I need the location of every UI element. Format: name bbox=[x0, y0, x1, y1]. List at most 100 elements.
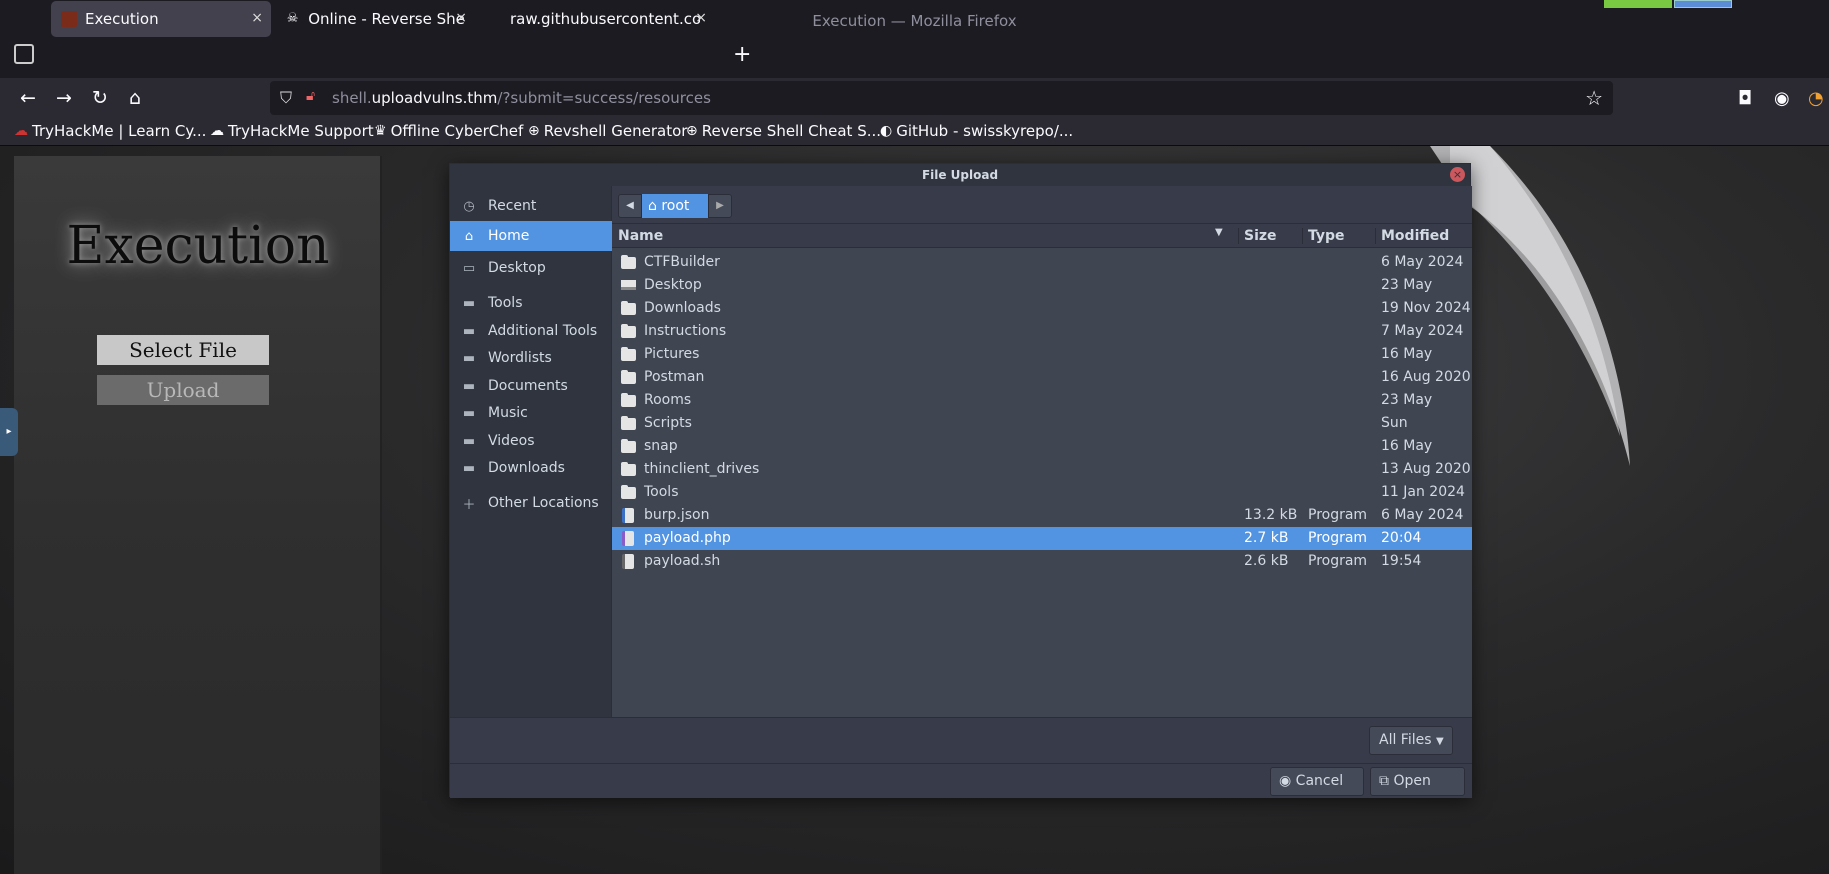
file-row[interactable]: payload.sh 2.6 kB Program 19:54 bbox=[612, 550, 1472, 573]
tab-raw-github[interactable]: raw.githubusercontent.com/ × bbox=[500, 1, 715, 37]
file-modified: 11 Jan 2024 bbox=[1381, 484, 1465, 500]
place-recent[interactable]: ◷ Recent bbox=[450, 191, 612, 221]
cancel-icon: ◉ bbox=[1279, 773, 1292, 789]
file-size: 13.2 kB bbox=[1244, 507, 1298, 523]
open-button[interactable]: ⧉ Open bbox=[1370, 767, 1465, 796]
file-row[interactable]: thinclient_drives 13 Aug 2020 bbox=[612, 458, 1472, 481]
bookmark-revshell-generator[interactable]: ⊕ Revshell Generator bbox=[528, 122, 687, 140]
sort-descending-icon: ▼ bbox=[1215, 227, 1223, 238]
file-name: Desktop bbox=[644, 277, 702, 293]
column-modified[interactable]: Modified bbox=[1381, 228, 1449, 244]
upload-button[interactable]: Upload bbox=[97, 375, 269, 405]
place-other-locations[interactable]: ＋ Other Locations bbox=[450, 488, 612, 518]
file-modified: 16 May bbox=[1381, 346, 1433, 362]
tab-bar bbox=[0, 36, 1829, 74]
chevron-down-icon: ▼ bbox=[1435, 736, 1444, 747]
place-desktop[interactable]: ▭ Desktop bbox=[450, 253, 612, 283]
folder-icon: ▬ bbox=[462, 350, 476, 366]
file-row[interactable]: Instructions 7 May 2024 bbox=[612, 320, 1472, 343]
sidebar-expand-handle[interactable]: ▸ bbox=[0, 408, 18, 456]
column-type[interactable]: Type bbox=[1308, 228, 1345, 244]
file-filter-dropdown[interactable]: All Files ▼ bbox=[1369, 726, 1453, 755]
extension-icon[interactable]: ◔ bbox=[1808, 88, 1824, 109]
file-name: Downloads bbox=[644, 300, 721, 316]
place-wordlists[interactable]: ▬ Wordlists bbox=[450, 343, 612, 373]
dialog-close-icon[interactable]: × bbox=[1450, 167, 1465, 182]
column-name[interactable]: Name bbox=[618, 228, 663, 244]
file-modified: 23 May bbox=[1381, 392, 1433, 408]
tab-list-icon[interactable] bbox=[14, 44, 34, 64]
place-documents[interactable]: ▬ Documents bbox=[450, 371, 612, 401]
file-row[interactable]: payload.php 2.7 kB Program 20:04 bbox=[612, 527, 1472, 550]
url-bar[interactable]: ⛉ 🔓︎ shell.uploadvulns.thm/?submit=succe… bbox=[270, 81, 1613, 115]
bookmark-cyberchef[interactable]: ♛ Offline CyberChef bbox=[374, 122, 523, 140]
forward-arrow-icon[interactable]: → bbox=[52, 86, 76, 110]
path-scroll-left-icon[interactable]: ◀ bbox=[618, 194, 642, 218]
file-row[interactable]: snap 16 May bbox=[612, 435, 1472, 458]
bookmark-label: GitHub - swisskyrepo/... bbox=[896, 122, 1074, 140]
clock-icon: ◷ bbox=[463, 198, 475, 214]
upload-panel: Execution bbox=[14, 156, 382, 874]
bookmark-tryhackme[interactable]: ☁ TryHackMe | Learn Cy... bbox=[14, 122, 206, 140]
pocket-icon[interactable]: ◘ bbox=[1738, 88, 1752, 109]
place-tools[interactable]: ▬ Tools bbox=[450, 288, 612, 318]
file-name: Postman bbox=[644, 369, 705, 385]
file-row[interactable]: CTFBuilder 6 May 2024 bbox=[612, 251, 1472, 274]
place-videos[interactable]: ▬ Videos bbox=[450, 426, 612, 456]
reload-icon[interactable]: ↻ bbox=[88, 86, 112, 110]
path-scroll-right-icon[interactable]: ▶ bbox=[708, 194, 732, 218]
close-tab-icon[interactable]: × bbox=[455, 10, 467, 26]
insecure-lock-icon[interactable]: 🔓︎ bbox=[306, 88, 315, 104]
file-name: Tools bbox=[644, 484, 679, 500]
place-label: Home bbox=[488, 228, 530, 244]
tab-execution[interactable]: Execution × bbox=[51, 1, 271, 37]
path-segment-root[interactable]: ⌂ root bbox=[642, 194, 708, 218]
panel-indicator-green bbox=[1604, 0, 1672, 8]
file-row[interactable]: Tools 11 Jan 2024 bbox=[612, 481, 1472, 504]
url-path: /?submit=success/resources bbox=[497, 89, 711, 107]
account-icon[interactable]: ◉ bbox=[1774, 88, 1790, 109]
bookmark-label: Revshell Generator bbox=[543, 122, 688, 140]
place-downloads[interactable]: ▬ Downloads bbox=[450, 453, 612, 483]
shield-icon[interactable]: ⛉ bbox=[280, 88, 292, 108]
new-tab-button[interactable]: + bbox=[733, 42, 751, 67]
filter-label: All Files bbox=[1379, 732, 1432, 748]
bookmark-reverse-shell-cheat[interactable]: ⊕ Reverse Shell Cheat S... bbox=[686, 122, 881, 140]
place-label: Music bbox=[488, 405, 528, 421]
column-divider bbox=[1375, 228, 1376, 244]
folder-icon bbox=[621, 416, 636, 430]
folder-icon bbox=[621, 347, 636, 361]
place-music[interactable]: ▬ Music bbox=[450, 398, 612, 428]
place-additional-tools[interactable]: ▬ Additional Tools bbox=[450, 316, 612, 346]
file-name: Instructions bbox=[644, 323, 727, 339]
column-size[interactable]: Size bbox=[1244, 228, 1277, 244]
bookmark-tryhackme-support[interactable]: ☁ TryHackMe Support bbox=[210, 122, 374, 140]
tab-label: Execution bbox=[85, 10, 159, 28]
file-type: Program bbox=[1308, 507, 1368, 523]
file-row[interactable]: Pictures 16 May bbox=[612, 343, 1472, 366]
folder-icon bbox=[621, 301, 636, 315]
file-row[interactable]: Desktop 23 May bbox=[612, 274, 1472, 297]
bookmark-github[interactable]: ◐ GitHub - swisskyrepo/... bbox=[880, 122, 1073, 140]
github-icon: ◐ bbox=[880, 123, 893, 139]
bookmarks-toolbar: ☁ TryHackMe | Learn Cy... ☁ TryHackMe Supp… bbox=[0, 118, 1829, 146]
skull-icon: ☠ bbox=[286, 11, 299, 26]
file-row[interactable]: Rooms 23 May bbox=[612, 389, 1472, 412]
select-file-button[interactable]: Select File bbox=[97, 335, 269, 365]
file-row[interactable]: Downloads 19 Nov 2024 bbox=[612, 297, 1472, 320]
file-modified: 19 Nov 2024 bbox=[1381, 300, 1471, 316]
place-label: Recent bbox=[488, 198, 537, 214]
file-row[interactable]: Postman 16 Aug 2020 bbox=[612, 366, 1472, 389]
back-arrow-icon[interactable]: ← bbox=[16, 86, 40, 110]
url-host: uploadvulns.thm bbox=[371, 89, 498, 107]
close-tab-icon[interactable]: × bbox=[695, 10, 707, 26]
file-row[interactable]: Scripts Sun bbox=[612, 412, 1472, 435]
home-icon[interactable]: ⌂ bbox=[123, 86, 147, 110]
bookmark-star-icon[interactable]: ☆ bbox=[1585, 86, 1603, 110]
file-row[interactable]: burp.json 13.2 kB Program 6 May 2024 bbox=[612, 504, 1472, 527]
close-tab-icon[interactable]: × bbox=[251, 10, 263, 26]
place-home[interactable]: ⌂ Home bbox=[450, 221, 612, 251]
tab-reverse-shell[interactable]: ☠ Online - Reverse Shell Ge × bbox=[275, 1, 475, 37]
file-name: snap bbox=[644, 438, 678, 454]
cancel-button[interactable]: ◉ Cancel bbox=[1270, 767, 1364, 796]
